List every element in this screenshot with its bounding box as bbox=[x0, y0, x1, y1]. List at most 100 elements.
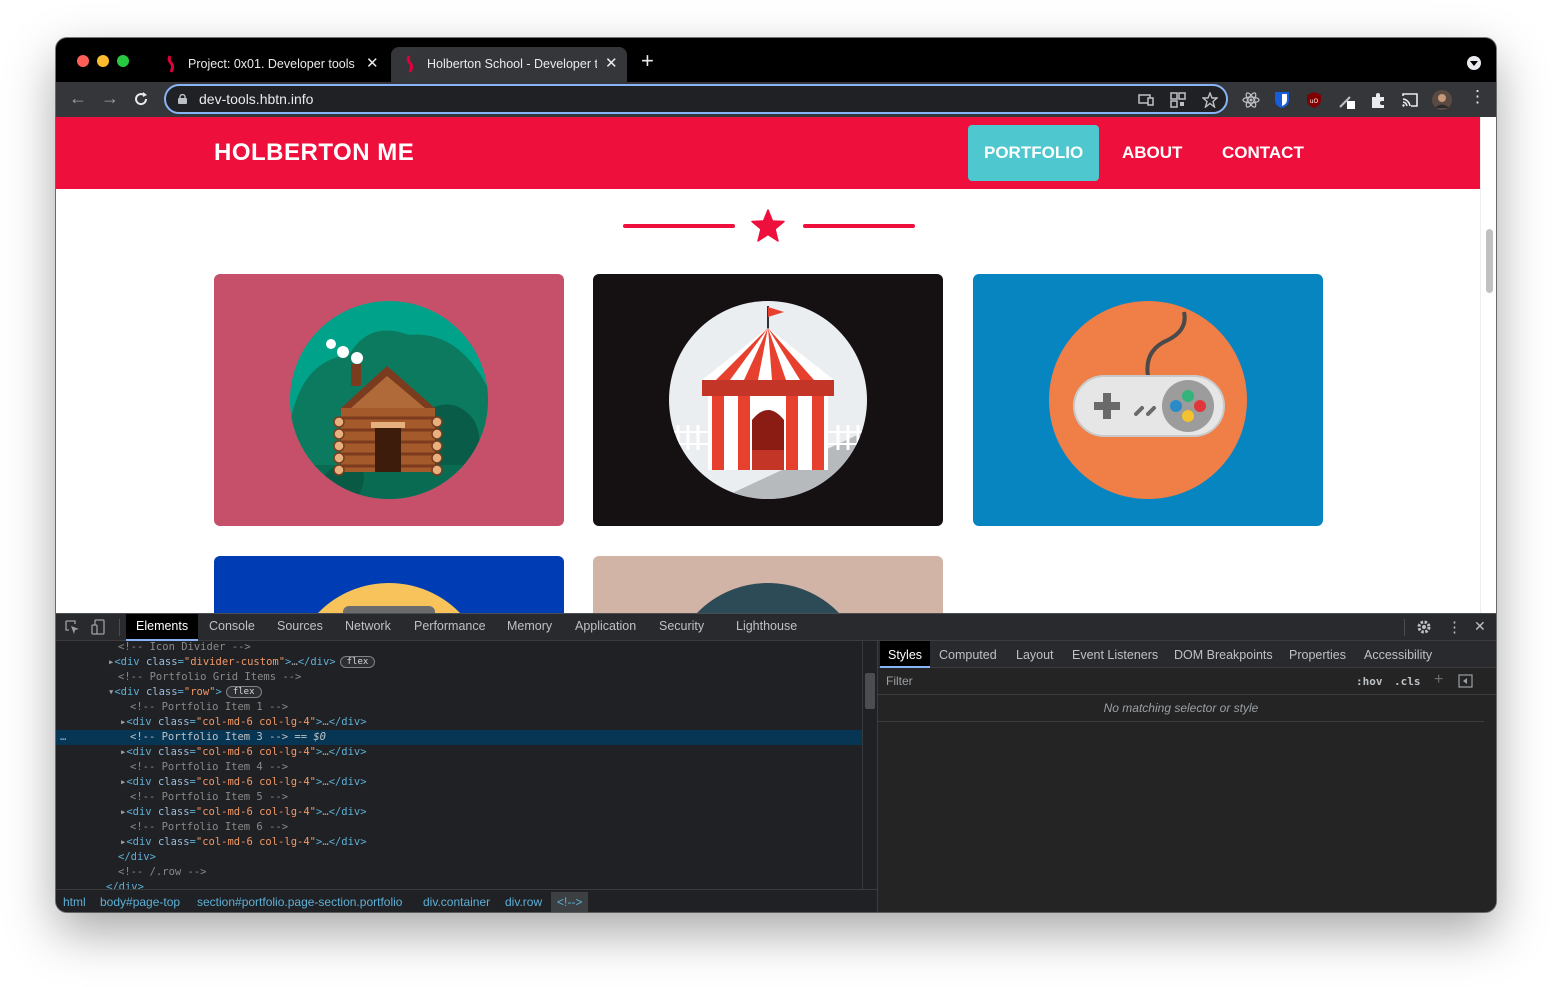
eyedropper-icon[interactable] bbox=[1338, 91, 1356, 109]
tab-sources[interactable]: Sources bbox=[277, 619, 323, 633]
dom-node[interactable]: </div> bbox=[56, 880, 862, 889]
chrome-menu-icon[interactable]: ⋮ bbox=[1469, 87, 1486, 107]
new-tab-button[interactable]: + bbox=[641, 48, 654, 74]
cls-toggle[interactable]: .cls bbox=[1394, 675, 1421, 688]
tab-lighthouse[interactable]: Lighthouse bbox=[736, 619, 797, 633]
elements-scrollbar[interactable] bbox=[862, 641, 877, 889]
dom-node[interactable]: ▸<div class="divider-custom">…</div> flex bbox=[56, 655, 862, 670]
tab-network[interactable]: Network bbox=[345, 619, 391, 633]
address-bar[interactable]: dev-tools.hbtn.info bbox=[164, 84, 1228, 114]
styles-filter-input[interactable]: Filter bbox=[886, 674, 913, 688]
nav-contact[interactable]: CONTACT bbox=[1206, 125, 1320, 181]
dom-node[interactable]: <!-- Icon Divider --> bbox=[56, 641, 862, 655]
forward-icon[interactable]: → bbox=[101, 88, 119, 109]
url-text: dev-tools.hbtn.info bbox=[199, 91, 314, 107]
breadcrumb-container[interactable]: div.container bbox=[423, 895, 490, 909]
portfolio-item-circus-tent[interactable] bbox=[593, 274, 943, 526]
bitwarden-icon[interactable] bbox=[1273, 91, 1291, 109]
flex-badge[interactable]: flex bbox=[225, 686, 262, 698]
tab-accessibility[interactable]: Accessibility bbox=[1364, 648, 1432, 662]
bookmark-star-icon[interactable] bbox=[1202, 92, 1218, 108]
minimize-window-button[interactable] bbox=[97, 55, 109, 67]
dom-closing-tag: </div> bbox=[106, 881, 144, 889]
zoom-window-button[interactable] bbox=[117, 55, 129, 67]
flex-badge[interactable]: flex bbox=[339, 656, 376, 668]
device-toolbar-icon[interactable] bbox=[91, 619, 106, 635]
portfolio-item-cabin[interactable] bbox=[214, 274, 564, 526]
new-style-rule-icon[interactable]: + bbox=[1434, 671, 1443, 689]
ellipsis-icon[interactable]: … bbox=[60, 730, 66, 745]
dom-node[interactable]: <!-- Portfolio Item 1 --> bbox=[56, 700, 862, 715]
nav-portfolio[interactable]: PORTFOLIO bbox=[968, 125, 1100, 181]
devtools-menu-icon[interactable]: ⋮ bbox=[1447, 618, 1462, 636]
dom-node[interactable]: ▾<div class="row"> flex bbox=[56, 685, 862, 700]
elements-scrollbar-thumb[interactable] bbox=[865, 673, 875, 709]
react-devtools-icon[interactable] bbox=[1242, 91, 1260, 109]
tab-styles[interactable]: Styles bbox=[880, 641, 931, 668]
tab-title: Holberton School - Developer t bbox=[427, 57, 597, 71]
dom-node[interactable]: <!-- Portfolio Grid Items --> bbox=[56, 670, 862, 685]
tab-properties[interactable]: Properties bbox=[1289, 648, 1346, 662]
tab-layout[interactable]: Layout bbox=[1016, 648, 1054, 662]
qr-code-icon[interactable] bbox=[1170, 92, 1186, 108]
profile-avatar[interactable] bbox=[1432, 90, 1452, 110]
back-icon[interactable]: ← bbox=[69, 88, 87, 109]
reload-icon[interactable] bbox=[133, 91, 149, 107]
dom-node[interactable]: <!-- Portfolio Item 5 --> bbox=[56, 790, 862, 805]
breadcrumb-row[interactable]: div.row bbox=[505, 895, 542, 909]
dom-node[interactable]: ▸<div class="col-md-6 col-lg-4">…</div> bbox=[56, 715, 862, 730]
page-scrollbar[interactable] bbox=[1480, 117, 1496, 613]
breadcrumb-section[interactable]: section#portfolio.page-section.portfolio bbox=[197, 895, 402, 909]
install-app-icon[interactable] bbox=[1138, 92, 1154, 108]
breadcrumb-body[interactable]: body#page-top bbox=[100, 895, 180, 909]
portfolio-item-4[interactable] bbox=[214, 556, 564, 613]
tab-search-icon[interactable] bbox=[1467, 56, 1481, 70]
dom-node[interactable]: ▸<div class="col-md-6 col-lg-4">…</div> bbox=[56, 835, 862, 850]
page-scrollbar-thumb[interactable] bbox=[1486, 229, 1493, 293]
tab-event-listeners[interactable]: Event Listeners bbox=[1072, 648, 1158, 662]
cast-icon[interactable] bbox=[1401, 91, 1419, 109]
close-devtools-icon[interactable]: ✕ bbox=[1474, 618, 1486, 635]
devtools-tab-bar: Elements Console Sources Network Perform… bbox=[56, 614, 1496, 641]
nav-about[interactable]: ABOUT bbox=[1106, 125, 1198, 181]
tab-computed[interactable]: Computed bbox=[939, 648, 997, 662]
tab-project-dev-tools[interactable]: Project: 0x01. Developer tools | ✕ bbox=[152, 47, 388, 82]
tab-console[interactable]: Console bbox=[209, 619, 255, 633]
tab-holberton-school[interactable]: Holberton School - Developer t ✕ bbox=[391, 47, 627, 82]
dom-attr-value: "col-md-6 col-lg-4" bbox=[195, 806, 316, 818]
extensions-puzzle-icon[interactable] bbox=[1369, 91, 1387, 109]
site-brand[interactable]: HOLBERTON ME bbox=[214, 139, 414, 167]
dom-node[interactable]: ▸<div class="col-md-6 col-lg-4">…</div> bbox=[56, 805, 862, 820]
hov-toggle[interactable]: :hov bbox=[1356, 675, 1383, 688]
tab-elements[interactable]: Elements bbox=[126, 614, 199, 641]
elements-tree[interactable]: <!-- Icon Divider --> ▸<div class="divid… bbox=[56, 641, 862, 889]
dom-comment: <!-- Portfolio Item 3 --> bbox=[130, 731, 289, 743]
game-controller-illustration bbox=[1049, 301, 1247, 499]
tab-memory[interactable]: Memory bbox=[507, 619, 552, 633]
breadcrumb-comment[interactable]: <!--> bbox=[551, 892, 589, 912]
no-matching-styles: No matching selector or style bbox=[1103, 701, 1259, 715]
inspect-element-icon[interactable] bbox=[65, 620, 80, 635]
close-window-button[interactable] bbox=[77, 55, 89, 67]
dom-node[interactable]: <!-- /.row --> bbox=[56, 865, 862, 880]
tab-application[interactable]: Application bbox=[575, 619, 636, 633]
dom-node[interactable]: ▸<div class="col-md-6 col-lg-4">…</div> bbox=[56, 775, 862, 790]
ublock-icon[interactable]: uO bbox=[1305, 91, 1323, 109]
tab-dom-breakpoints[interactable]: DOM Breakpoints bbox=[1174, 648, 1273, 662]
tab-security[interactable]: Security bbox=[659, 619, 704, 633]
styles-sidebar: Styles Computed Layout Event Listeners D… bbox=[877, 641, 1496, 912]
dom-node-selected[interactable]: … <!-- Portfolio Item 3 --> == $0 bbox=[56, 730, 862, 745]
tab-performance[interactable]: Performance bbox=[414, 619, 486, 633]
portfolio-item-5[interactable] bbox=[593, 556, 943, 613]
dom-node[interactable]: ▸<div class="col-md-6 col-lg-4">…</div> bbox=[56, 745, 862, 760]
toggle-sidebar-icon[interactable] bbox=[1458, 674, 1473, 688]
dom-node[interactable]: </div> bbox=[56, 850, 862, 865]
dom-attr-value: "col-md-6 col-lg-4" bbox=[195, 716, 316, 728]
settings-gear-icon[interactable] bbox=[1416, 619, 1432, 635]
close-tab-icon[interactable]: ✕ bbox=[605, 54, 618, 72]
dom-node[interactable]: <!-- Portfolio Item 6 --> bbox=[56, 820, 862, 835]
breadcrumb-html[interactable]: html bbox=[63, 895, 86, 909]
close-tab-icon[interactable]: ✕ bbox=[366, 54, 379, 72]
dom-node[interactable]: <!-- Portfolio Item 4 --> bbox=[56, 760, 862, 775]
portfolio-item-game-controller[interactable] bbox=[973, 274, 1323, 526]
